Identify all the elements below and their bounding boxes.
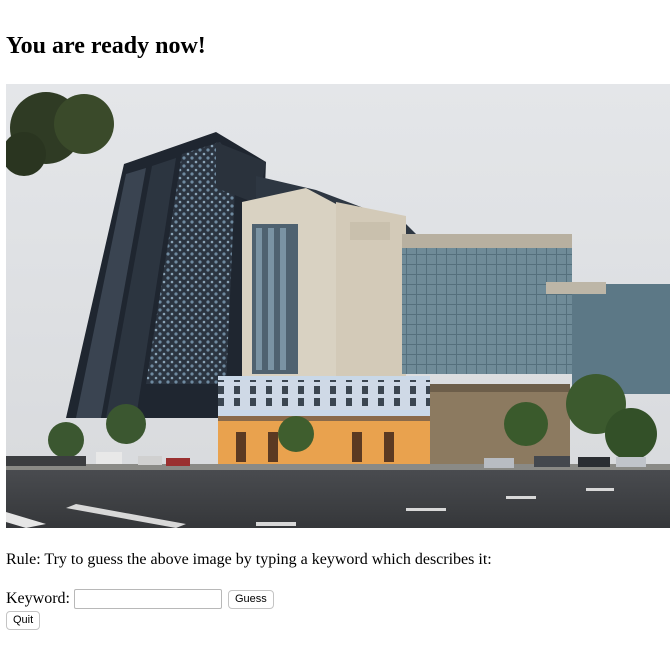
keyword-input[interactable] (73, 589, 222, 609)
building-photo (6, 84, 670, 528)
page-title: You are ready now! (6, 33, 206, 59)
keyword-row: Keyword: Guess (6, 588, 274, 610)
rule-text: Rule: Try to guess the above image by ty… (6, 551, 492, 568)
page: You are ready now! Rule: Try to guess th… (0, 0, 670, 669)
quit-button[interactable]: Quit (6, 611, 41, 630)
keyword-label: Keyword: (6, 590, 70, 607)
guess-button[interactable]: Guess (227, 589, 274, 609)
